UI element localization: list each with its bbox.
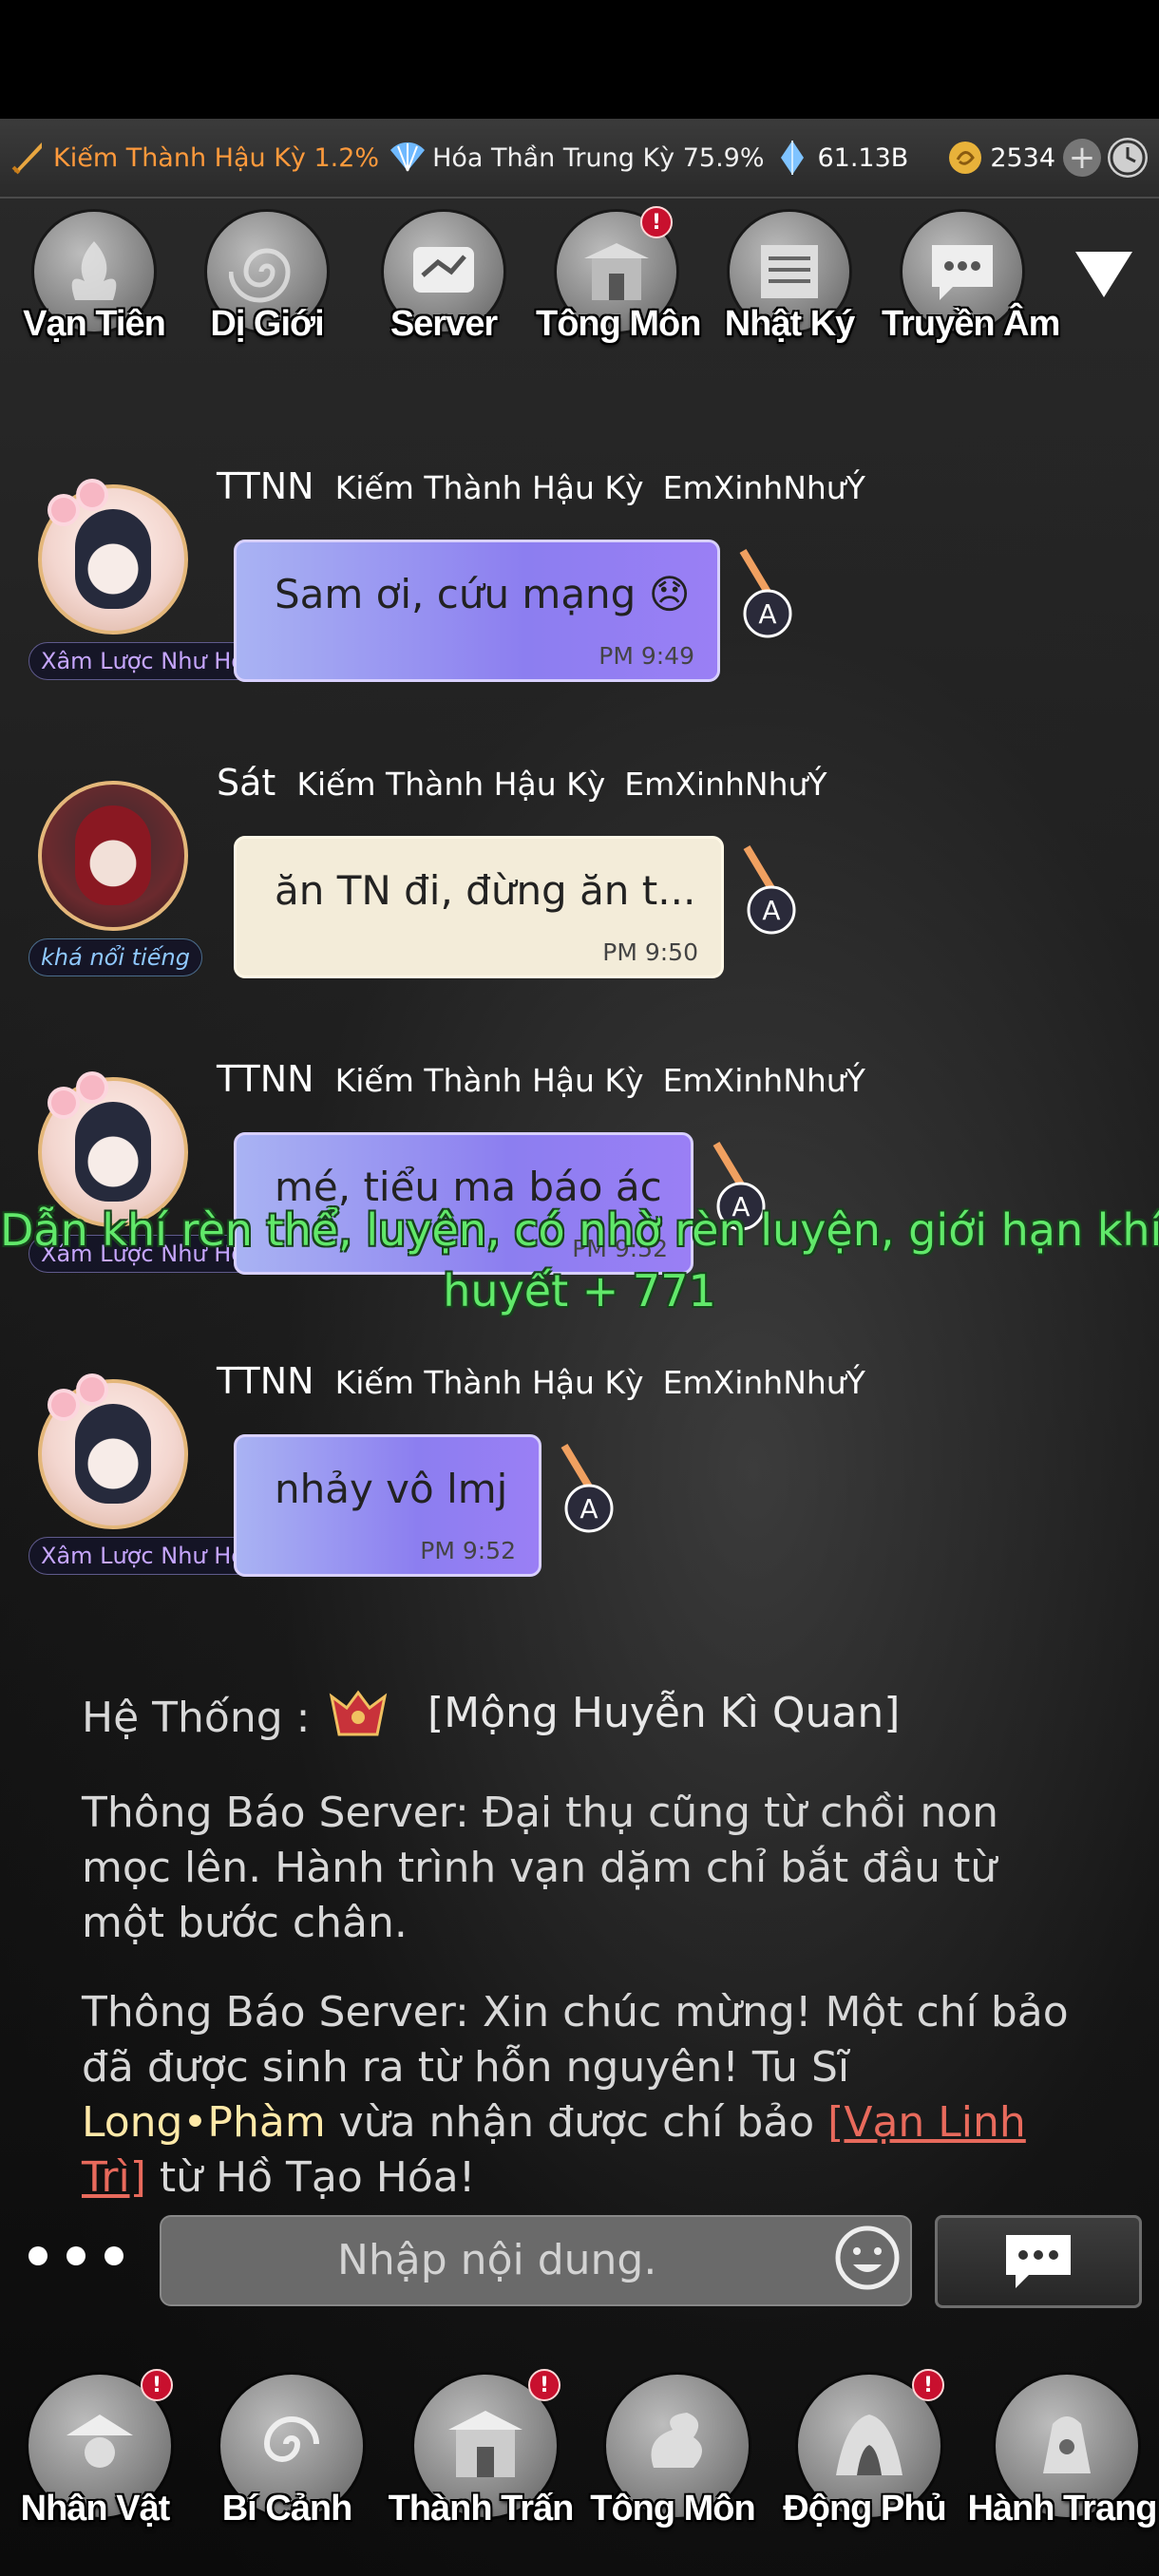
svg-text:A: A — [762, 895, 780, 926]
system-item-link[interactable]: [Mộng Huyễn Kì Quan] — [428, 1686, 900, 1741]
sender-line[interactable]: TTNN Kiếm Thành Hậu Kỳ EmXinhNhưÝ — [217, 465, 865, 507]
spirit-stones[interactable]: 61.13B — [773, 139, 908, 177]
nav-label: Truyền Âm — [882, 304, 1060, 344]
top-nav: Vạn Tiên Dị Giới Server ! Tông Môn Nhật … — [0, 204, 1159, 366]
sender-name: TTNN — [217, 1360, 314, 1402]
clock-icon[interactable] — [1108, 138, 1148, 178]
nav-tong-mon-bottom[interactable]: Tông Môn — [578, 2365, 768, 2555]
nav-label: Server — [390, 304, 498, 344]
avatar[interactable] — [38, 1377, 188, 1529]
cultivation-sword-text: Kiếm Thành Hậu Kỳ 1.2% — [53, 142, 380, 173]
chat-send-icon — [1006, 2235, 1071, 2288]
cultivation-sword[interactable]: Kiếm Thành Hậu Kỳ 1.2% — [10, 139, 379, 177]
nav-label: Hành Trang — [967, 2489, 1157, 2529]
avatar[interactable] — [38, 781, 188, 931]
collapse-triangle-icon[interactable] — [1075, 252, 1132, 297]
sender-name: Sát — [217, 762, 276, 804]
nav-label: Động Phủ — [783, 2489, 946, 2529]
message-bubble[interactable]: nhảy vô lmj PM 9:52 — [234, 1434, 542, 1577]
nav-label: Vạn Tiên — [23, 304, 166, 344]
sender-guild: EmXinhNhưÝ — [662, 1062, 865, 1099]
message-text: nhảy vô lmj — [275, 1466, 508, 1512]
sender-name: TTNN — [217, 465, 314, 507]
nav-label: Thành Trấn — [388, 2489, 575, 2529]
message-input-placeholder: Nhập nội dung. — [337, 2236, 657, 2284]
message-input[interactable]: Nhập nội dung. — [160, 2215, 912, 2306]
cultivation-fan-text: Hóa Thần Trung Kỳ 75.9% — [432, 142, 765, 173]
message-text: Sam ơi, cứu mạng 😞 — [275, 571, 691, 617]
nav-label: Nhật Ký — [724, 304, 856, 344]
nav-dong-phu[interactable]: ! Động Phủ — [770, 2365, 960, 2555]
player-link[interactable]: Long•Phàm — [82, 2098, 326, 2147]
nav-server[interactable]: Server — [363, 204, 524, 366]
notification-badge: ! — [912, 2369, 944, 2401]
treasure-icon — [329, 1690, 388, 1736]
server-announcement: Thông Báo Server: Xin chúc mừng! Một chí… — [82, 1988, 1069, 2202]
resource-bar: Kiếm Thành Hậu Kỳ 1.2% Hóa Thần Trung Kỳ… — [0, 119, 1159, 199]
message-bubble[interactable]: ăn TN đi, đừng ăn t... PM 9:50 — [234, 836, 724, 978]
coin-icon — [949, 142, 982, 174]
message-text: ăn TN đi, đừng ăn t... — [275, 867, 696, 914]
sender-guild: EmXinhNhưÝ — [624, 766, 827, 803]
nav-van-tien[interactable]: Vạn Tiên — [13, 204, 175, 366]
sender-rank: Kiếm Thành Hậu Kỳ — [334, 469, 644, 506]
nav-nhat-ky[interactable]: Nhật Ký — [709, 204, 870, 366]
sender-rank: Kiếm Thành Hậu Kỳ — [334, 1364, 644, 1401]
rank-badge-icon: A — [739, 548, 792, 638]
sender-guild: EmXinhNhưÝ — [662, 1364, 865, 1401]
message-time: PM 9:52 — [420, 1537, 516, 1564]
coins[interactable]: 2534 + — [946, 139, 1102, 177]
nav-label: Tông Môn — [536, 304, 701, 344]
notification-badge: ! — [141, 2369, 173, 2401]
sender-rank: Kiếm Thành Hậu Kỳ — [334, 1062, 644, 1099]
message-text: mé, tiểu ma báo ác — [275, 1164, 662, 1210]
sender-line[interactable]: TTNN Kiếm Thành Hậu Kỳ EmXinhNhưÝ — [217, 1360, 865, 1402]
send-button[interactable] — [935, 2215, 1142, 2308]
plus-icon[interactable]: + — [1063, 139, 1102, 177]
coins-value: 2534 — [990, 142, 1056, 173]
nav-tong-mon[interactable]: ! Tông Môn — [536, 204, 701, 366]
notification-badge: ! — [528, 2369, 560, 2401]
nav-hanh-trang[interactable]: Hành Trang — [967, 2365, 1158, 2555]
message-time: PM 9:49 — [598, 642, 694, 670]
message-time: PM 9:50 — [602, 938, 698, 966]
nav-nhan-vat[interactable]: ! Nhân Vật — [0, 2365, 190, 2555]
sender-guild: EmXinhNhưÝ — [662, 469, 865, 506]
cultivation-fan[interactable]: Hóa Thần Trung Kỳ 75.9% — [389, 139, 764, 177]
server-announcement: Thông Báo Server: Đại thụ cũng từ chồi n… — [82, 1789, 999, 1947]
floating-reward-text: huyết + 771 — [443, 1265, 716, 1316]
sender-rank: Kiếm Thành Hậu Kỳ — [296, 766, 606, 803]
spirit-stones-value: 61.13B — [817, 142, 909, 173]
message-bubble[interactable]: Sam ơi, cứu mạng 😞 PM 9:49 — [234, 540, 720, 682]
nav-label: Dị Giới — [210, 304, 324, 344]
notification-badge: ! — [640, 206, 673, 238]
nav-bi-canh[interactable]: Bí Cảnh — [192, 2365, 382, 2555]
svg-text:A: A — [758, 598, 776, 630]
nav-truyen-am[interactable]: Truyền Âm — [882, 204, 1060, 366]
nav-di-gioi[interactable]: Dị Giới — [186, 204, 348, 366]
system-label: Hệ Thống : — [82, 1694, 311, 1742]
nav-thanh-tran[interactable]: ! Thành Trấn — [386, 2365, 576, 2555]
nav-label: Nhân Vật — [20, 2489, 171, 2529]
rank-badge-icon: A — [560, 1443, 614, 1533]
fan-icon — [390, 142, 426, 172]
sender-line[interactable]: TTNN Kiếm Thành Hậu Kỳ EmXinhNhưÝ — [217, 1058, 865, 1100]
crystal-icon — [781, 141, 805, 175]
nav-label: Tông Môn — [590, 2489, 755, 2529]
sender-line[interactable]: Sát Kiếm Thành Hậu Kỳ EmXinhNhưÝ — [217, 762, 827, 804]
player-title: khá nổi tiếng — [28, 938, 202, 976]
sword-icon — [11, 142, 42, 175]
emoji-icon[interactable] — [834, 2225, 901, 2291]
sender-name: TTNN — [217, 1058, 314, 1100]
avatar[interactable] — [38, 483, 188, 635]
nav-label: Bí Cảnh — [221, 2489, 353, 2529]
floating-reward-text: Dẫn khí rèn thể, luyện, có nhờ rèn luyện… — [0, 1204, 1159, 1256]
rank-badge-icon: A — [743, 844, 796, 935]
svg-text:A: A — [580, 1493, 598, 1525]
